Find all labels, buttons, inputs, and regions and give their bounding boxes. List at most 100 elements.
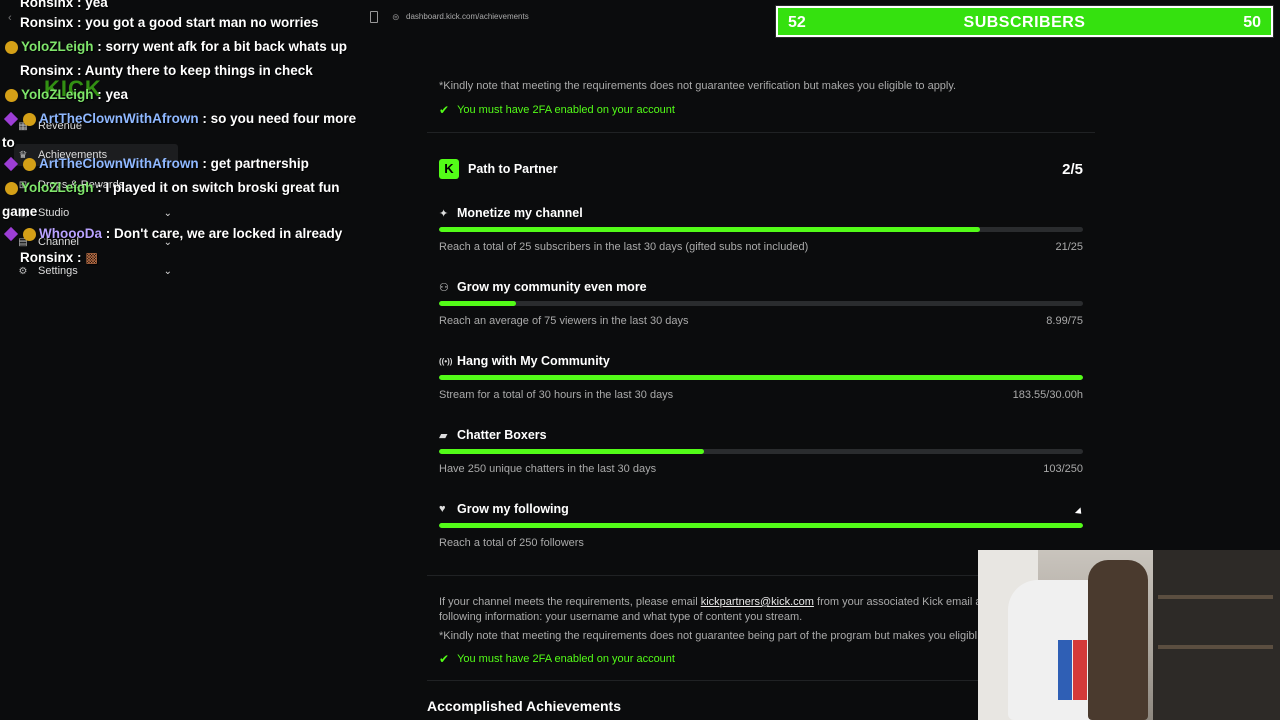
- check-icon: ✔: [439, 652, 450, 666]
- chat-separator: :: [93, 180, 106, 195]
- chat-username[interactable]: Ronsinx: [20, 0, 73, 10]
- emote-icon: ▩: [85, 250, 99, 265]
- chat-separator: :: [93, 87, 106, 102]
- goal-progress-fill: [439, 375, 1083, 380]
- chat-text: Don't care, we are locked in already: [114, 226, 343, 241]
- goal-item: ⚇ Grow my community even more Reach an ave…: [439, 280, 1083, 342]
- chat-username[interactable]: Ronsinx: [20, 15, 73, 30]
- chat-text: you got a good start man no worries: [85, 15, 319, 30]
- subscriber-badge-icon: [23, 227, 36, 241]
- partner-2fa-requirement: ✔ You must have 2FA enabled on your acco…: [439, 652, 675, 666]
- chat-text: yea: [85, 0, 108, 10]
- subscriber-badge-icon: [5, 88, 18, 102]
- chat-separator: :: [73, 15, 86, 30]
- chat-text: sorry went afk for a bit back whats up: [105, 39, 348, 54]
- goal-progress-fill: [439, 449, 705, 454]
- goal-title: ✦ Monetize my channel: [439, 206, 583, 220]
- goal-title: ⚇ Grow my community even more: [439, 280, 647, 294]
- chat-username[interactable]: ArtTheClownWithAfrown: [39, 156, 199, 171]
- chat-separator: :: [73, 0, 86, 10]
- goal-description: Have 250 unique chatters in the last 30 …: [439, 463, 657, 475]
- chat-message: Ronsinx : you got a good start man no wo…: [2, 11, 372, 35]
- verification-note: *Kindly note that meeting the requiremen…: [439, 80, 957, 92]
- goal-description: Reach a total of 25 subscribers in the l…: [439, 241, 809, 253]
- sparkle-icon: ✦: [439, 207, 449, 220]
- requirement-text: You must have 2FA enabled on your accoun…: [457, 653, 675, 665]
- chat-username[interactable]: YoloZLeigh: [21, 39, 94, 54]
- goal-progress-bar: [439, 523, 1083, 528]
- subscriber-badge-icon: [23, 157, 36, 171]
- goal-progress-bar: [439, 227, 1083, 232]
- goal-description: Stream for a total of 30 hours in the la…: [439, 389, 674, 401]
- goal-title-text: Grow my community even more: [457, 280, 647, 294]
- chat-separator: :: [73, 250, 86, 265]
- path-progress-count: 2/5: [1062, 160, 1083, 178]
- subscriber-badge-icon: [5, 40, 18, 54]
- goal-item: ((•)) Hang with My Community Stream for a …: [439, 354, 1083, 416]
- subscriber-goal: 50: [1243, 14, 1261, 31]
- goal-progress-bar: [439, 449, 1083, 454]
- goal-title: ♥ Grow my following: [439, 502, 569, 516]
- email-text-line2: following information: your username and…: [439, 611, 803, 623]
- chat-text: Aunty there to keep things in check: [84, 63, 313, 78]
- chat-separator: :: [73, 63, 85, 78]
- chair-stripe: [1058, 640, 1072, 700]
- chat-icon: ▰: [439, 429, 448, 442]
- site-info-icon[interactable]: ⊜: [392, 12, 400, 23]
- chat-username[interactable]: WhoooDa: [39, 226, 102, 241]
- moderator-badge-icon: [3, 227, 19, 242]
- check-icon: ✔: [439, 103, 450, 117]
- goal-title-text: Hang with My Community: [457, 354, 610, 368]
- chat-message: ArtTheClownWithAfrown : get partnership: [2, 152, 372, 176]
- chat-separator: :: [198, 156, 211, 171]
- moderator-badge-icon: [3, 112, 19, 127]
- chat-message: Ronsinx : ▩: [2, 246, 372, 270]
- partner-email-instructions: If your channel meets the requirements, …: [439, 595, 999, 625]
- goal-progress-bar: [439, 301, 1083, 306]
- kick-logo-icon: K: [439, 159, 459, 179]
- chat-message: WhoooDa : Don't care, we are locked in a…: [2, 222, 372, 246]
- url-text[interactable]: dashboard.kick.com/achievements: [406, 12, 529, 21]
- chat-message: YoloZLeigh : sorry went afk for a bit ba…: [2, 35, 372, 59]
- shelf-row: [1158, 595, 1273, 599]
- partner-note: *Kindly note that meeting the requiremen…: [439, 630, 978, 642]
- goal-progress-fill: [439, 523, 1083, 528]
- email-text-pre: If your channel meets the requirements, …: [439, 596, 698, 608]
- streamer: [1088, 560, 1148, 720]
- path-to-partner-header: K Path to Partner 2/5: [439, 158, 1083, 180]
- chat-separator: :: [102, 226, 114, 241]
- email-text-post: from your associated Kick email a: [817, 596, 982, 608]
- moderator-badge-icon: [3, 157, 19, 172]
- users-icon: ⚇: [439, 281, 449, 294]
- goal-description: Reach an average of 75 viewers in the la…: [439, 315, 689, 327]
- goal-title-text: Chatter Boxers: [457, 428, 547, 442]
- heart-icon: ♥: [439, 503, 446, 515]
- chat-username[interactable]: Ronsinx: [20, 63, 73, 78]
- divider: [427, 132, 1095, 133]
- chat-message: Ronsinx : Aunty there to keep things in …: [2, 59, 372, 83]
- subscriber-badge-icon: [23, 112, 36, 126]
- chat-message: YoloZLeigh : I played it on switch brosk…: [2, 176, 362, 224]
- verification-2fa-requirement: ✔ You must have 2FA enabled on your acco…: [439, 103, 675, 117]
- goal-title: ▰ Chatter Boxers: [439, 428, 547, 442]
- webcam-overlay: [978, 550, 1280, 720]
- goal-item: ✦ Monetize my channel Reach a total of 25 …: [439, 206, 1083, 268]
- goal-title: ((•)) Hang with My Community: [439, 354, 610, 368]
- broadcast-icon: ((•)): [439, 356, 453, 366]
- chair-stripe: [1073, 640, 1087, 700]
- chat-separator: :: [198, 111, 211, 126]
- goal-progress-fill: [439, 227, 980, 232]
- goal-value: 183.55/30.00h: [1012, 389, 1083, 401]
- chat-message: YoloZLeigh : yea: [2, 83, 372, 107]
- goal-title-text: Monetize my channel: [457, 206, 583, 220]
- subscriber-label: SUBSCRIBERS: [963, 14, 1086, 31]
- webcam-background-shelf: [1153, 550, 1280, 720]
- subscriber-goal-overlay: 52 SUBSCRIBERS 50: [776, 6, 1273, 37]
- chat-username[interactable]: YoloZLeigh: [21, 180, 94, 195]
- chat-username[interactable]: YoloZLeigh: [21, 87, 94, 102]
- chat-message: ArtTheClownWithAfrown : so you need four…: [2, 107, 372, 155]
- partner-email-link[interactable]: kickpartners@kick.com: [701, 596, 814, 608]
- goal-value: 21/25: [1055, 241, 1083, 253]
- chat-username[interactable]: Ronsinx: [20, 250, 73, 265]
- chat-username[interactable]: ArtTheClownWithAfrown: [39, 111, 199, 126]
